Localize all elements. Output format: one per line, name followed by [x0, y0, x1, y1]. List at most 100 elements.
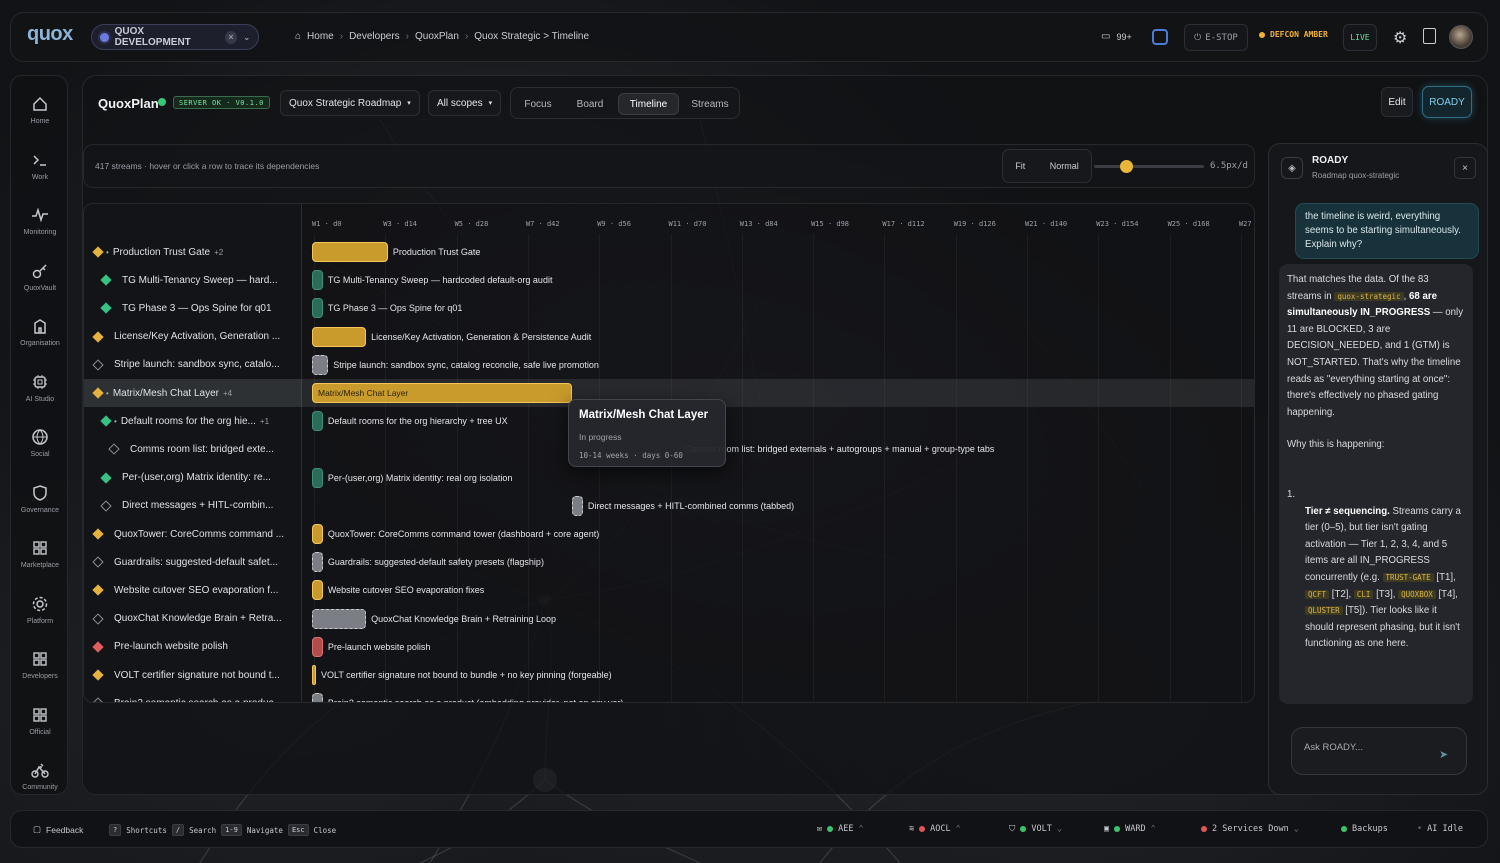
stream-row[interactable]: • Matrix/Mesh Chat Layer +4 — [84, 379, 302, 407]
stream-bar[interactable] — [312, 665, 316, 685]
status-backups[interactable]: Backups — [1341, 824, 1388, 834]
sidebar-item-platform[interactable]: Platform — [11, 594, 67, 625]
stream-row[interactable]: TG Multi-Tenancy Sweep — hard... — [84, 266, 302, 294]
status-ok-dot — [1341, 826, 1347, 832]
zoom-slider-handle[interactable] — [1120, 160, 1133, 173]
workspace-selector[interactable]: QUOX DEVELOPMENT × ⌄ — [91, 24, 259, 50]
status-volt[interactable]: ⛉ VOLT ⌄ — [1009, 824, 1062, 834]
document-icon[interactable] — [1423, 28, 1436, 44]
defcon-status[interactable]: DEFCON AMBER — [1259, 30, 1328, 39]
stream-row[interactable]: Direct messages + HITL-combin... — [84, 492, 302, 520]
tab-streams[interactable]: Streams — [682, 93, 738, 115]
stream-row[interactable]: Brain2 semantic search as a produc... — [84, 689, 302, 702]
stream-bar[interactable] — [312, 608, 367, 629]
stream-bar-label: Production Trust Gate — [392, 247, 481, 257]
status-aee[interactable]: ✉ AEE ⌃ — [817, 824, 864, 834]
expand-caret-icon[interactable]: • — [106, 389, 109, 398]
normal-button[interactable]: Normal — [1050, 161, 1079, 171]
roady-button[interactable]: ROADY — [1422, 86, 1472, 118]
stream-bar[interactable] — [312, 524, 323, 544]
edit-button[interactable]: Edit — [1381, 87, 1413, 117]
stream-row[interactable]: Pre-launch website polish — [84, 633, 302, 661]
stream-bar[interactable] — [312, 354, 329, 375]
tab-focus[interactable]: Focus — [515, 93, 561, 115]
fit-button[interactable]: Fit — [1015, 161, 1025, 171]
live-badge[interactable]: LIVE — [1343, 24, 1377, 51]
sidebar-item-marketplace[interactable]: Marketplace — [11, 538, 67, 569]
stream-bar[interactable] — [312, 242, 388, 262]
sidebar-item-social[interactable]: Social — [11, 427, 67, 458]
stream-bar[interactable] — [312, 298, 323, 319]
sidebar-item-community[interactable]: Community — [11, 760, 67, 791]
sidebar-item-monitoring[interactable]: Monitoring — [11, 205, 67, 236]
stream-row[interactable]: License/Key Activation, Generation ... — [84, 323, 302, 351]
stream-bar[interactable] — [312, 326, 367, 347]
scope-dropdown[interactable]: All scopes ▾ — [428, 90, 502, 116]
week-tick-label: W25 · d168 — [1167, 220, 1210, 228]
quox-q-icon[interactable] — [1152, 29, 1168, 45]
stream-row[interactable]: Stripe launch: sandbox sync, catalo... — [84, 351, 302, 379]
estop-button[interactable]: ⏻ E-STOP — [1184, 24, 1248, 51]
tab-timeline[interactable]: Timeline — [618, 93, 679, 115]
chevron-down-icon: ⌄ — [1293, 824, 1299, 834]
stream-bar[interactable] — [312, 411, 323, 432]
sidebar-item-governance[interactable]: Governance — [11, 483, 67, 514]
close-icon[interactable]: × — [1454, 157, 1476, 179]
mail-icon: ✉ — [817, 824, 823, 834]
stream-row[interactable]: Guardrails: suggested-default safet... — [84, 548, 302, 576]
breadcrumb-home[interactable]: Home — [307, 31, 334, 42]
feedback-button[interactable]: ▢ Feedback — [33, 824, 83, 835]
status-services[interactable]: 2 Services Down ⌄ — [1201, 824, 1299, 834]
workspace-clear-icon[interactable]: × — [224, 30, 238, 44]
sidebar-item-home[interactable]: Home — [11, 94, 67, 125]
stream-row[interactable]: • Production Trust Gate +2 — [84, 238, 302, 266]
stream-row[interactable]: QuoxChat Knowledge Brain + Retra... — [84, 605, 302, 633]
breadcrumb-developers[interactable]: Developers — [349, 31, 400, 42]
sidebar-item-developers[interactable]: Developers — [11, 649, 67, 680]
stream-row[interactable]: Per-(user,org) Matrix identity: re... — [84, 464, 302, 492]
send-icon[interactable]: ➤ — [1439, 748, 1448, 761]
stream-row[interactable]: VOLT certifier signature not bound t... — [84, 661, 302, 689]
status-ok-dot — [827, 826, 834, 832]
stream-bar[interactable] — [312, 580, 323, 601]
stream-row[interactable]: • Default rooms for the org hie... +1 — [84, 407, 302, 435]
expand-caret-icon[interactable]: • — [114, 417, 117, 426]
sidebar-item-quoxvault[interactable]: QuoxVault — [11, 261, 67, 292]
stream-bar-label: Brain2 semantic search as a product (emb… — [328, 698, 624, 702]
stream-bar[interactable] — [312, 693, 323, 702]
stream-bar[interactable] — [312, 467, 323, 488]
stream-row[interactable]: Comms room list: bridged exte... — [84, 435, 302, 463]
status-diamond-icon — [100, 302, 112, 315]
bar-tooltip: Matrix/Mesh Chat Layer In progress 10-14… — [568, 399, 726, 467]
zoom-slider[interactable] — [1094, 165, 1204, 168]
grid-line — [955, 234, 957, 702]
avatar[interactable] — [1449, 25, 1473, 49]
app-logo[interactable]: quox — [27, 23, 73, 46]
chevron-down-icon: ⌄ — [1056, 824, 1062, 834]
shortcut-label: Search — [189, 825, 217, 835]
stream-bar[interactable] — [572, 495, 583, 516]
status-ward[interactable]: ▣ WARD ⌃ — [1104, 824, 1156, 834]
stream-row[interactable]: QuoxTower: CoreComms command ... — [84, 520, 302, 548]
stream-bar[interactable] — [312, 636, 323, 657]
tab-board[interactable]: Board — [565, 93, 615, 115]
status-ai[interactable]: • AI Idle — [1417, 824, 1463, 834]
roadmap-dropdown[interactable]: Quox Strategic Roadmap ▾ — [280, 90, 420, 116]
sidebar-item-organisation[interactable]: Organisation — [11, 316, 67, 347]
stream-bar[interactable] — [312, 270, 323, 291]
sidebar-item-work[interactable]: Work — [11, 150, 67, 181]
gear-icon[interactable]: ⚙ — [1393, 28, 1407, 48]
stream-bar[interactable] — [312, 552, 323, 573]
reply-paragraph-2: Why this is happening: — [1287, 439, 1385, 451]
shield-icon — [33, 484, 47, 501]
breadcrumb-quoxplan[interactable]: QuoxPlan — [415, 31, 459, 42]
status-aocl[interactable]: ≋ AOCL ⌃ — [909, 824, 961, 834]
sidebar-item-ai-studio[interactable]: AI Studio — [11, 372, 67, 403]
inbox-icon: ▭ — [1101, 31, 1111, 42]
sidebar-item-official[interactable]: Official — [11, 705, 67, 736]
window-icon: ▣ — [1104, 824, 1110, 834]
stream-row[interactable]: Website cutover SEO evaporation f... — [84, 576, 302, 604]
notifications-button[interactable]: ▭ 99+ — [1101, 31, 1132, 42]
stream-row[interactable]: TG Phase 3 — Ops Spine for q01 — [84, 294, 302, 322]
expand-caret-icon[interactable]: • — [106, 248, 109, 257]
